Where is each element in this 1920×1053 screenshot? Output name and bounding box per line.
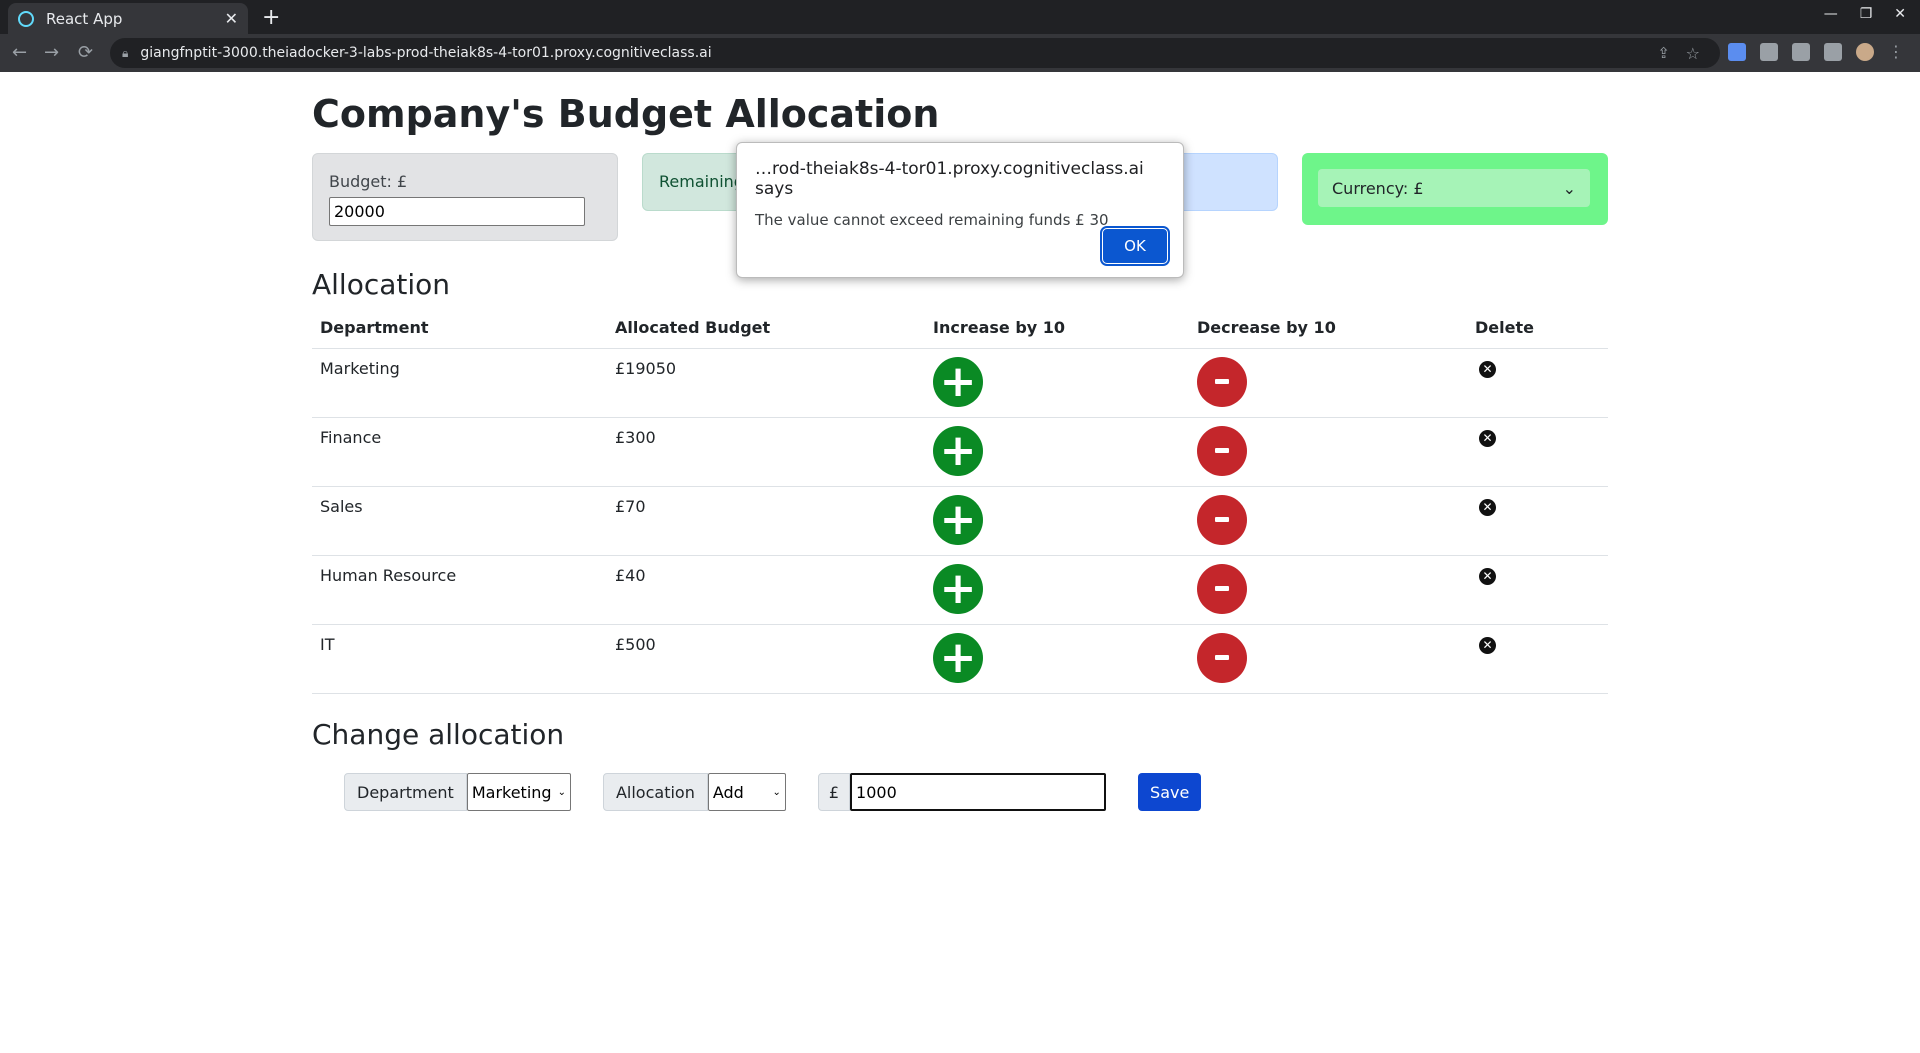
column-header: Allocated Budget bbox=[607, 308, 925, 349]
increase-plus-icon[interactable]: + bbox=[933, 632, 983, 683]
increase-plus-icon[interactable]: + bbox=[933, 563, 983, 614]
restore-icon[interactable]: ❐ bbox=[1860, 6, 1873, 22]
window-controls: — ❐ ✕ bbox=[1824, 6, 1906, 22]
share-icon[interactable]: ⇪ bbox=[1657, 44, 1670, 62]
delete-x-icon[interactable]: ✕ bbox=[1479, 567, 1496, 585]
amount-value: 1000 bbox=[856, 782, 897, 802]
browser-tab[interactable]: React App ✕ bbox=[8, 3, 248, 34]
table-row: IT £500 + ✕ bbox=[312, 624, 1608, 694]
chevron-down-icon: ⌄ bbox=[1562, 178, 1576, 198]
profile-avatar[interactable] bbox=[1856, 43, 1874, 61]
browser-tab-bar: React App ✕ + — ❐ ✕ bbox=[0, 0, 1920, 34]
table-header-row: Department Allocated Budget Increase by … bbox=[312, 308, 1608, 349]
delete-x-icon[interactable]: ✕ bbox=[1479, 360, 1496, 378]
new-tab-button[interactable]: + bbox=[262, 5, 280, 30]
allocation-label: Allocation bbox=[602, 773, 708, 811]
browser-menu-icon[interactable]: ⋮ bbox=[1888, 43, 1904, 61]
budget-card: Budget: £ bbox=[312, 153, 618, 241]
allocation-select-value: Add bbox=[712, 782, 744, 802]
reload-icon[interactable]: ⟳ bbox=[78, 42, 93, 63]
back-icon[interactable]: ← bbox=[12, 42, 27, 63]
media-queue-icon[interactable] bbox=[1792, 43, 1810, 61]
currency-select[interactable]: Currency: £ ⌄ bbox=[1318, 169, 1590, 207]
alert-dialog: …rod-theiak8s-4-tor01.proxy.cognitivecla… bbox=[736, 142, 1184, 278]
lock-icon: 🔒︎ bbox=[122, 45, 129, 60]
department-select[interactable]: Marketing ⌄ bbox=[466, 773, 571, 811]
column-header: Department bbox=[312, 308, 607, 349]
app-page: Company's Budget Allocation Budget: £ Re… bbox=[0, 72, 1920, 1053]
url-text: giangfnptit-3000.theiadocker-3-labs-prod… bbox=[140, 45, 712, 61]
column-header: Delete bbox=[1467, 308, 1608, 349]
ok-button[interactable]: OK bbox=[1100, 226, 1170, 266]
allocation-type-select[interactable]: Add ⌄ bbox=[707, 773, 786, 811]
tab-title: React App bbox=[46, 9, 123, 28]
forward-icon[interactable]: → bbox=[44, 42, 59, 63]
department-cell: Human Resource bbox=[312, 555, 607, 625]
department-cell: IT bbox=[312, 624, 607, 694]
department-select-value: Marketing bbox=[471, 782, 552, 802]
minimize-icon[interactable]: — bbox=[1824, 6, 1838, 22]
alert-message: The value cannot exceed remaining funds … bbox=[755, 211, 1109, 229]
puzzle-extensions-icon[interactable] bbox=[1760, 43, 1778, 61]
save-button[interactable]: Save bbox=[1138, 773, 1202, 811]
budget-cell: £500 bbox=[607, 624, 925, 694]
increase-plus-icon[interactable]: + bbox=[933, 356, 983, 407]
react-favicon-icon bbox=[18, 10, 34, 27]
delete-x-icon[interactable]: ✕ bbox=[1479, 636, 1496, 654]
department-cell: Sales bbox=[312, 486, 607, 556]
address-bar[interactable]: 🔒︎ giangfnptit-3000.theiadocker-3-labs-p… bbox=[110, 38, 1720, 68]
tab-close-icon[interactable]: ✕ bbox=[225, 9, 238, 28]
decrease-minus-icon[interactable] bbox=[1197, 563, 1247, 614]
change-allocation-form: Department Marketing ⌄ Allocation Add ⌄ … bbox=[344, 773, 1202, 811]
budget-cell: £70 bbox=[607, 486, 925, 556]
browser-toolbar: ← → ⟳ 🔒︎ giangfnptit-3000.theiadocker-3-… bbox=[0, 34, 1920, 72]
chevron-down-icon: ⌄ bbox=[557, 786, 566, 798]
chevron-down-icon: ⌄ bbox=[772, 786, 781, 798]
allocation-heading: Allocation bbox=[312, 268, 451, 301]
budget-cell: £300 bbox=[607, 417, 925, 487]
alert-title: …rod-theiak8s-4-tor01.proxy.cognitivecla… bbox=[755, 159, 1144, 199]
decrease-minus-icon[interactable] bbox=[1197, 494, 1247, 545]
bookmark-star-icon[interactable]: ☆ bbox=[1686, 44, 1700, 63]
allocation-table: Department Allocated Budget Increase by … bbox=[312, 308, 1608, 694]
decrease-minus-icon[interactable] bbox=[1197, 632, 1247, 683]
department-cell: Marketing bbox=[312, 348, 607, 418]
currency-label: Currency: £ bbox=[1332, 178, 1424, 198]
budget-input[interactable] bbox=[329, 197, 585, 226]
decrease-minus-icon[interactable] bbox=[1197, 356, 1247, 407]
currency-card: Currency: £ ⌄ bbox=[1302, 153, 1608, 225]
column-header: Decrease by 10 bbox=[1189, 308, 1467, 349]
budget-cell: £40 bbox=[607, 555, 925, 625]
amount-input[interactable]: 1000 bbox=[850, 773, 1107, 811]
department-cell: Finance bbox=[312, 417, 607, 487]
delete-x-icon[interactable]: ✕ bbox=[1479, 429, 1496, 447]
table-row: Sales £70 + ✕ bbox=[312, 486, 1608, 556]
column-header: Increase by 10 bbox=[925, 308, 1189, 349]
extensions-area: ⋮ bbox=[1728, 43, 1904, 61]
currency-prefix: £ bbox=[817, 773, 851, 811]
table-row: Finance £300 + ✕ bbox=[312, 417, 1608, 487]
translate-extension-icon[interactable] bbox=[1728, 43, 1746, 61]
decrease-minus-icon[interactable] bbox=[1197, 425, 1247, 476]
change-allocation-heading: Change allocation bbox=[312, 718, 565, 751]
page-title: Company's Budget Allocation bbox=[312, 92, 940, 136]
department-label: Department bbox=[344, 773, 467, 811]
window-close-icon[interactable]: ✕ bbox=[1894, 6, 1906, 22]
budget-label: Budget: £ bbox=[329, 172, 408, 191]
delete-x-icon[interactable]: ✕ bbox=[1479, 498, 1496, 516]
remaining-label: Remaining bbox=[659, 172, 744, 191]
increase-plus-icon[interactable]: + bbox=[933, 494, 983, 545]
budget-cell: £19050 bbox=[607, 348, 925, 418]
side-panel-icon[interactable] bbox=[1824, 43, 1842, 61]
table-row: Human Resource £40 + ✕ bbox=[312, 555, 1608, 625]
increase-plus-icon[interactable]: + bbox=[933, 425, 983, 476]
table-row: Marketing £19050 + ✕ bbox=[312, 348, 1608, 418]
